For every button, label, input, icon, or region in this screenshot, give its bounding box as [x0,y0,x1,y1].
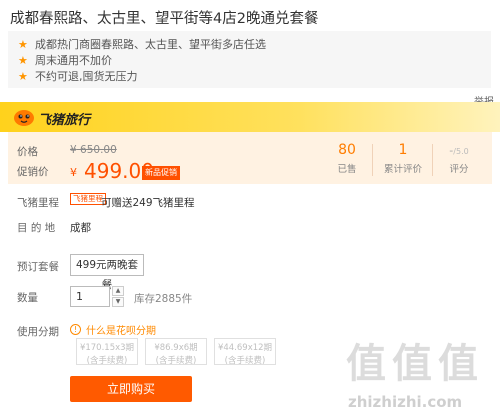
promo-badge: 新品促销 [142,166,180,180]
review-label: 累计评价 [383,164,422,175]
stat-score: -/5.0 评分 [438,138,480,182]
installment-option-6[interactable]: ¥86.9x6期 (含手续费) [145,338,207,366]
buy-now-button[interactable]: 立即购买 [70,376,192,402]
sold-count: 80 [338,142,356,158]
highlight-item: ★ 不约可退,囤货无压力 [18,68,138,84]
star-icon: ★ [18,53,28,67]
score-label: 评分 [449,164,469,175]
quantity-decrease-button[interactable]: ▼ [112,297,124,307]
package-label: 预订套餐 [17,261,59,273]
installment-label: 使用分期 [17,326,59,338]
score-value: -/5.0 [449,144,469,157]
highlights-box: ★ 成都热门商圈春熙路、太古里、望平街多店任选 ★ 周末通用不加价 ★ 不约可退… [8,31,491,88]
stat-reviews[interactable]: 1 累计评价 [378,138,428,182]
destination-value: 成都 [70,222,91,234]
original-price: ¥ 650.00 [70,144,117,156]
highlight-text: 不约可退,囤货无压力 [35,70,138,83]
installment-help-text: 什么是花呗分期 [86,326,156,337]
watermark-url: zhizhizhi.com [348,393,463,411]
stock-count: 库存2885件 [134,293,193,305]
highlight-text: 成都热门商圈春熙路、太古里、望平街多店任选 [35,38,266,51]
installment-help-link[interactable]: ! 什么是花呗分期 [70,322,156,337]
promo-price-label: 促销价 [17,166,49,178]
promo-currency: ¥ [70,166,77,179]
brand-name: 飞猪旅行 [38,113,91,128]
miles-text: 可赠送249飞猪里程 [101,197,195,209]
stat-sold: 80 已售 [326,138,368,182]
installment-option-12[interactable]: ¥44.69x12期 (含手续费) [214,338,276,366]
stat-divider [372,144,373,176]
brand-bar: 飞猪旅行 [0,102,500,132]
miles-label: 飞猪里程 [17,197,59,209]
original-price-label: 价格 [17,146,38,158]
highlight-text: 周末通用不加价 [35,54,112,67]
watermark-logo: 值值值 [346,341,484,387]
info-icon: ! [70,324,81,335]
package-option-button[interactable]: 499元两晚套餐 [70,254,144,291]
quantity-increase-button[interactable]: ▲ [112,286,124,296]
stats-panel: 80 已售 1 累计评价 -/5.0 评分 [326,138,482,182]
star-icon: ★ [18,37,28,51]
quantity-input[interactable]: 1 [70,286,110,307]
highlight-item: ★ 成都热门商圈春熙路、太古里、望平街多店任选 [18,36,266,52]
stat-divider [432,144,433,176]
fliggy-logo-icon [14,110,34,126]
sold-label: 已售 [337,164,357,175]
review-count: 1 [398,142,408,158]
quantity-label: 数量 [17,292,38,304]
destination-label: 目 的 地 [17,222,56,234]
highlight-item: ★ 周末通用不加价 [18,52,112,68]
installment-option-3[interactable]: ¥170.15x3期 (含手续费) [76,338,138,366]
star-icon: ★ [18,69,28,83]
product-title: 成都春熙路、太古里、望平街等4店2晚通兑套餐 [10,11,319,27]
